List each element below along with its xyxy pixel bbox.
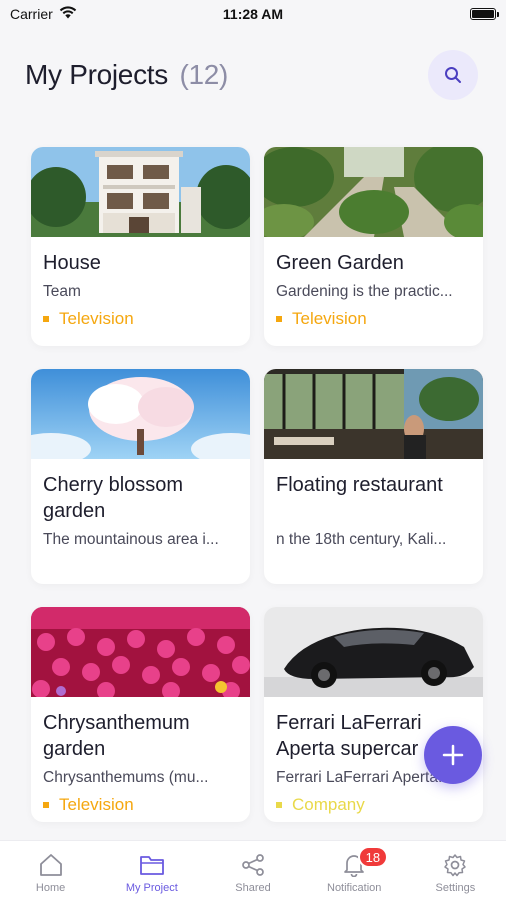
project-card-green-garden[interactable]: Green Garden Gardening is the practic...… bbox=[264, 147, 483, 346]
search-icon bbox=[445, 67, 461, 83]
plus-icon bbox=[442, 744, 464, 766]
project-card-floating-restaurant[interactable]: Floating restaurant n the 18th century, … bbox=[264, 369, 483, 584]
project-card-body: House Team Television bbox=[31, 237, 250, 329]
project-title: Green Garden bbox=[276, 252, 404, 274]
folder-icon bbox=[139, 856, 164, 875]
status-bar: Carrier 11:28 AM bbox=[0, 0, 506, 28]
battery-icon bbox=[470, 8, 499, 20]
project-card-body: Chrysanthemum garden Chrysanthemums (mu.… bbox=[31, 697, 250, 815]
project-description: Gardening is the practic... bbox=[276, 283, 453, 300]
project-card-house[interactable]: House Team Television bbox=[31, 147, 250, 346]
project-tag: Television bbox=[43, 795, 238, 815]
tag-dot bbox=[276, 316, 282, 322]
project-title: Cherry blossom garden bbox=[43, 474, 184, 522]
add-project-button[interactable] bbox=[424, 726, 482, 784]
project-grid: House Team Television Green Garden Garde… bbox=[31, 147, 483, 822]
bottom-nav: Home My Project Shared 18 Notification S… bbox=[0, 840, 506, 900]
project-tag-label: Television bbox=[292, 309, 367, 328]
nav-item-my-project[interactable]: My Project bbox=[101, 841, 202, 900]
page-title-text: My Projects bbox=[25, 59, 168, 90]
project-tag: Television bbox=[276, 309, 471, 329]
project-count: (12) bbox=[179, 59, 229, 90]
nav-label-settings: Settings bbox=[435, 882, 476, 894]
wifi-icon bbox=[59, 6, 77, 22]
share-icon bbox=[242, 854, 264, 876]
project-title: Floating restaurant bbox=[276, 474, 443, 496]
battery-fill bbox=[472, 10, 494, 18]
project-description: The mountainous area i... bbox=[43, 531, 219, 548]
project-card-body: Cherry blossom garden The mountainous ar… bbox=[31, 459, 250, 549]
project-title: House bbox=[43, 252, 101, 274]
project-image-green-garden bbox=[264, 147, 483, 237]
project-card-cherry-blossom[interactable]: Cherry blossom garden The mountainous ar… bbox=[31, 369, 250, 584]
project-tag-label: Television bbox=[59, 309, 134, 328]
project-title: Chrysanthemum garden bbox=[43, 712, 190, 760]
project-image-chrysanthemum-garden bbox=[31, 607, 250, 697]
status-left: Carrier bbox=[10, 6, 77, 22]
carrier-label: Carrier bbox=[10, 6, 53, 22]
project-tag: Television bbox=[43, 309, 238, 329]
project-tag: Company bbox=[276, 795, 471, 815]
project-card-ferrari[interactable]: Ferrari LaFerrari Aperta supercar Ferrar… bbox=[264, 607, 483, 822]
gear-icon bbox=[444, 854, 467, 877]
page-header: My Projects (12) bbox=[25, 48, 478, 102]
nav-label-home: Home bbox=[35, 882, 66, 894]
project-image-floating-restaurant bbox=[264, 369, 483, 459]
project-card-chrysanthemum-garden[interactable]: Chrysanthemum garden Chrysanthemums (mu.… bbox=[31, 607, 250, 822]
project-image-ferrari bbox=[264, 607, 483, 697]
tag-dot bbox=[43, 316, 49, 322]
project-card-body: Floating restaurant n the 18th century, … bbox=[264, 459, 483, 549]
nav-item-shared[interactable]: Shared bbox=[202, 841, 303, 900]
page-title: My Projects (12) bbox=[25, 59, 228, 91]
tag-dot bbox=[43, 802, 49, 808]
nav-label-shared: Shared bbox=[235, 882, 271, 894]
nav-label-my-project: My Project bbox=[125, 882, 178, 894]
project-image-cherry-blossom bbox=[31, 369, 250, 459]
nav-item-notification[interactable]: 18 Notification bbox=[304, 841, 405, 900]
notification-badge: 18 bbox=[357, 846, 389, 868]
project-image-house bbox=[31, 147, 250, 237]
nav-label-notification: Notification bbox=[327, 882, 382, 894]
home-icon bbox=[39, 854, 62, 876]
search-button[interactable] bbox=[428, 50, 478, 100]
project-tag-label: Television bbox=[59, 795, 134, 814]
project-description: n the 18th century, Kali... bbox=[276, 531, 447, 548]
project-description: Team bbox=[43, 283, 81, 300]
project-description: Chrysanthemums (mu... bbox=[43, 769, 209, 786]
nav-item-settings[interactable]: Settings bbox=[405, 841, 506, 900]
tag-dot bbox=[276, 802, 282, 808]
project-card-body: Green Garden Gardening is the practic...… bbox=[264, 237, 483, 329]
project-tag-label: Company bbox=[292, 795, 365, 814]
nav-item-home[interactable]: Home bbox=[0, 841, 101, 900]
